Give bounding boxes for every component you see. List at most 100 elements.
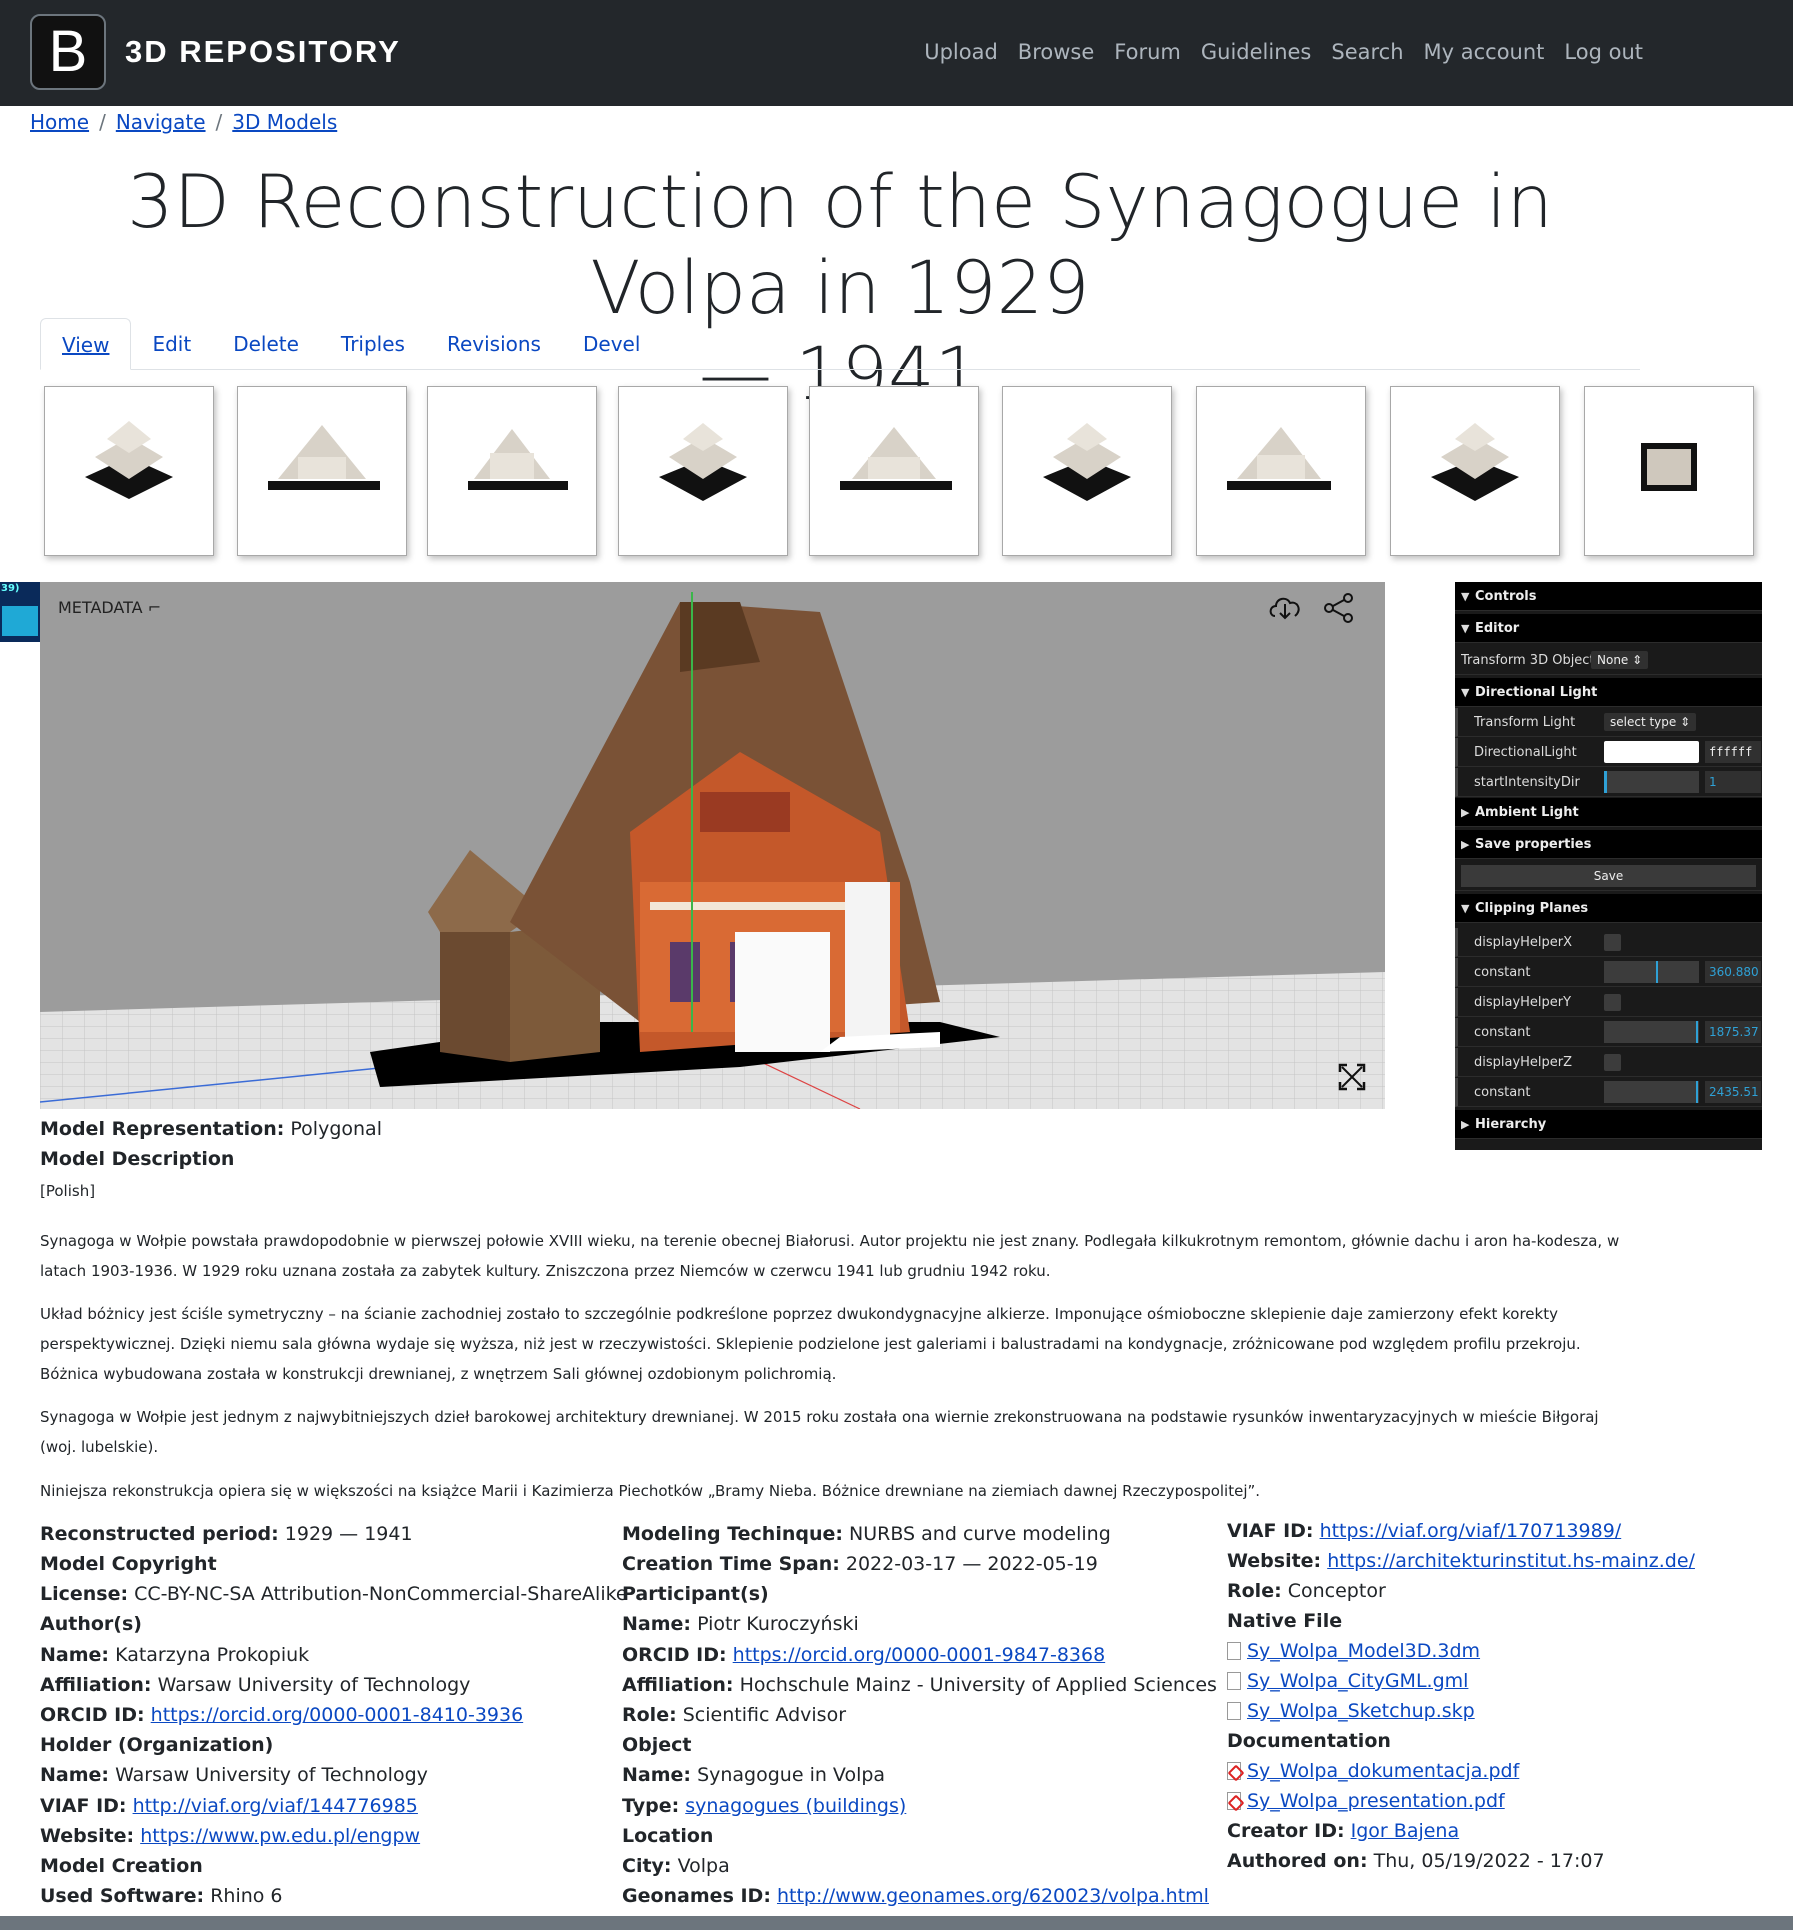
folder-directional-light[interactable]: ▼ Directional Light [1455, 678, 1762, 707]
nav-forum[interactable]: Forum [1114, 40, 1181, 64]
start-intensity-input[interactable]: 1 [1705, 771, 1761, 793]
save-button[interactable]: Save [1461, 865, 1756, 887]
thumbnail-image [85, 421, 173, 499]
holder-viaf-link[interactable]: http://viaf.org/viaf/144776985 [133, 1795, 418, 1817]
creator-link[interactable]: Igor Bajena [1351, 1820, 1459, 1842]
native-file-link[interactable]: Sy_Wolpa_CityGML.gml [1247, 1670, 1468, 1692]
author-orcid-link[interactable]: https://orcid.org/0000-0001-8410-3936 [151, 1704, 524, 1726]
chevron-right-icon: ▶ [1461, 837, 1470, 851]
directional-light-hex-input[interactable]: ffffff [1705, 741, 1761, 763]
tab-edit[interactable]: Edit [131, 318, 212, 370]
file-icon [1227, 1672, 1241, 1690]
participant-orcid-link[interactable]: https://orcid.org/0000-0001-9847-8368 [733, 1644, 1106, 1666]
participant-website-link[interactable]: https://architekturinstitut.hs-mainz.de/ [1327, 1550, 1695, 1572]
chevron-down-icon: ▼ [1461, 685, 1470, 699]
download-icon[interactable] [1267, 592, 1303, 622]
directional-light-color-swatch[interactable] [1604, 741, 1699, 763]
constant-y-input[interactable]: 1875.37 [1705, 1021, 1761, 1043]
constant-x-input[interactable]: 360.880 [1705, 961, 1761, 983]
field-label: City: [622, 1855, 672, 1877]
dat-gui-controls-panel: ▼ Controls ▼ Editor Transform 3D Object No… [1455, 582, 1762, 1150]
constant-z-slider[interactable] [1604, 1081, 1699, 1103]
folder-clipping-planes[interactable]: ▼ Clipping Planes [1455, 894, 1762, 923]
geonames-link[interactable]: http://www.geonames.org/620023/volpa.htm… [777, 1885, 1209, 1907]
field-label: ORCID ID: [40, 1704, 145, 1726]
chevron-right-icon: ▶ [1461, 805, 1470, 819]
nav-log-out[interactable]: Log out [1564, 40, 1643, 64]
folder-hierarchy[interactable]: ▶ Hierarchy [1455, 1110, 1762, 1139]
license: License: CC-BY-NC-SA Attribution-NonComm… [40, 1579, 628, 1609]
documentation-file-link[interactable]: Sy_Wolpa_presentation.pdf [1247, 1790, 1505, 1812]
thumbnail-gallery [44, 386, 1756, 556]
field-label: Modeling Techinque: [622, 1523, 843, 1545]
tab-delete[interactable]: Delete [212, 318, 320, 370]
thumbnail-image [468, 429, 568, 490]
holder-website-link[interactable]: https://www.pw.edu.pl/engpw [140, 1825, 420, 1847]
folder-ambient-light[interactable]: ▶ Ambient Light [1455, 798, 1762, 827]
transform-object-row: Transform 3D Object None ⇕ [1455, 646, 1762, 675]
thumbnail-1[interactable] [44, 386, 214, 556]
thumbnail-5[interactable] [809, 386, 979, 556]
site-name[interactable]: 3D REPOSITORY [125, 34, 401, 70]
thumbnail-8[interactable] [1390, 386, 1560, 556]
field-label: Affiliation: [40, 1674, 152, 1696]
transform-light-select[interactable]: select type ⇕ [1604, 713, 1697, 731]
folder-controls[interactable]: ▼ Controls [1455, 582, 1762, 611]
breadcrumb-home[interactable]: Home [30, 110, 89, 134]
share-icon[interactable] [1323, 592, 1355, 624]
local-tabs: View Edit Delete Triples Revisions Devel [40, 318, 1640, 370]
constant-x-label: constant [1474, 964, 1531, 980]
field-label: Website: [1227, 1550, 1322, 1572]
constant-z-input[interactable]: 2435.51 [1705, 1081, 1761, 1103]
constant-x-slider[interactable] [1604, 961, 1699, 983]
display-helper-y-checkbox[interactable] [1604, 993, 1621, 1011]
thumbnail-9[interactable] [1584, 386, 1754, 556]
thumbnail-7[interactable] [1196, 386, 1366, 556]
nav-upload[interactable]: Upload [924, 40, 998, 64]
field-value: Piotr Kuroczyński [697, 1613, 859, 1635]
chevron-right-icon: ▶ [1461, 1117, 1470, 1131]
tab-view[interactable]: View [40, 318, 132, 370]
model-representation: Model Representation: Polygonal [40, 1114, 382, 1144]
fullscreen-icon[interactable] [1337, 1062, 1367, 1092]
site-logo[interactable]: B [30, 14, 106, 90]
metadata-toggle[interactable]: METADATA ⌐ [58, 598, 161, 617]
transform-light-label: Transform Light [1474, 714, 1576, 730]
breadcrumb-3d-models[interactable]: 3D Models [232, 110, 337, 134]
transform-object-select[interactable]: None ⇕ [1591, 651, 1649, 669]
display-helper-x-checkbox[interactable] [1604, 933, 1621, 951]
fps-stats-graph [2, 606, 38, 636]
breadcrumb-navigate[interactable]: Navigate [116, 110, 206, 134]
constant-z-row: constant 2435.51 [1455, 1078, 1762, 1107]
thumbnail-3[interactable] [427, 386, 597, 556]
display-helper-z-checkbox[interactable] [1604, 1053, 1621, 1071]
folder-editor[interactable]: ▼ Editor [1455, 614, 1762, 643]
3d-viewer[interactable]: METADATA ⌐ [40, 582, 1385, 1109]
nav-my-account[interactable]: My account [1424, 40, 1545, 64]
authored-on: Authored on: Thu, 05/19/2022 - 17:07 [1227, 1846, 1605, 1876]
nav-search[interactable]: Search [1331, 40, 1403, 64]
start-intensity-slider[interactable] [1604, 771, 1699, 793]
author-affiliation: Affiliation: Warsaw University of Techno… [40, 1670, 470, 1700]
tab-triples[interactable]: Triples [320, 318, 426, 370]
fps-stats-widget[interactable]: 39) [0, 582, 40, 642]
description-paragraph: Układ bóżnicy jest ściśle symetryczny – … [40, 1305, 1581, 1383]
tab-devel[interactable]: Devel [562, 318, 661, 370]
constant-y-slider[interactable] [1604, 1021, 1699, 1043]
participant-viaf-link[interactable]: https://viaf.org/viaf/170713989/ [1320, 1520, 1622, 1542]
documentation-file-link[interactable]: Sy_Wolpa_dokumentacja.pdf [1247, 1760, 1519, 1782]
thumbnail-2[interactable] [237, 386, 407, 556]
file-item: Sy_Wolpa_Model3D.3dm [1227, 1636, 1480, 1666]
nav-browse[interactable]: Browse [1018, 40, 1094, 64]
tab-revisions[interactable]: Revisions [426, 318, 562, 370]
native-file-link[interactable]: Sy_Wolpa_Model3D.3dm [1247, 1640, 1480, 1662]
file-icon [1227, 1702, 1241, 1720]
nav-guidelines[interactable]: Guidelines [1201, 40, 1312, 64]
object-type-link[interactable]: synagogues (buildings) [685, 1795, 906, 1817]
thumbnail-4[interactable] [618, 386, 788, 556]
native-file-link[interactable]: Sy_Wolpa_Sketchup.skp [1247, 1700, 1475, 1722]
thumbnail-6[interactable] [1002, 386, 1172, 556]
field-value: Volpa [677, 1855, 730, 1877]
used-software: Used Software: Rhino 6 [40, 1881, 283, 1911]
folder-save-properties[interactable]: ▶ Save properties [1455, 830, 1762, 859]
